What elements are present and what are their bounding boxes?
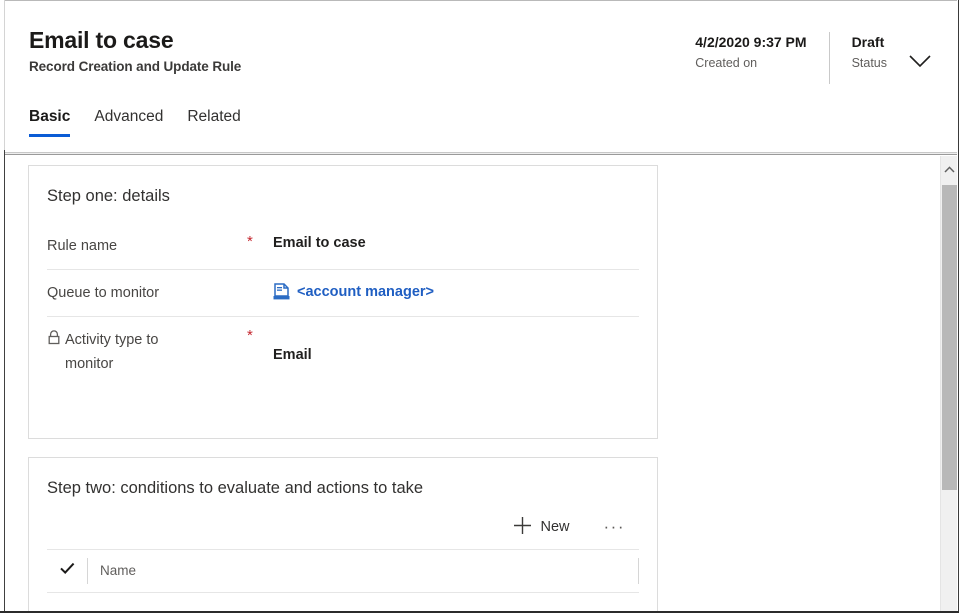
field-label-activity-type-to-monitor: Activity type to monitor xyxy=(65,332,159,372)
field-row-queue-to-monitor: Queue to monitor <account manager> xyxy=(47,270,639,317)
title-block: Email to case Record Creation and Update… xyxy=(29,26,241,76)
plus-icon xyxy=(513,516,532,539)
step-two-card: Step two: conditions to evaluate and act… xyxy=(28,457,658,611)
window-left-edge-lower xyxy=(0,150,5,613)
record-header: Email to case Record Creation and Update… xyxy=(5,4,959,153)
field-label-cell: Queue to monitor xyxy=(47,278,247,305)
required-indicator-activity-type: * xyxy=(247,327,253,344)
status-label: Status xyxy=(851,56,887,70)
grid-header-row: Name xyxy=(47,550,639,593)
page-title: Email to case xyxy=(29,27,174,53)
new-button[interactable]: New xyxy=(505,511,578,544)
tab-basic[interactable]: Basic xyxy=(29,107,71,137)
scroll-up-arrow-icon[interactable] xyxy=(941,156,957,183)
chevron-down-icon[interactable] xyxy=(903,44,937,78)
field-value-queue-to-monitor[interactable]: <account manager> xyxy=(297,281,434,303)
field-label-cell: Activity type to monitor xyxy=(47,325,247,376)
grid-command-bar: New ··· xyxy=(47,505,639,550)
new-button-label: New xyxy=(540,519,570,535)
scrollbar-thumb[interactable] xyxy=(942,185,958,490)
field-label-rule-name: Rule name xyxy=(47,238,118,254)
ellipsis-icon[interactable]: ··· xyxy=(594,517,635,537)
step-one-card: Step one: details Rule name * Email to c… xyxy=(28,165,658,439)
checkmark-icon xyxy=(59,562,75,580)
header-meta: 4/2/2020 9:37 PM Created on Draft Status xyxy=(695,32,937,88)
overflow-label: ··· xyxy=(603,517,625,536)
field-row-rule-name: Rule name * Email to case xyxy=(47,223,639,270)
select-all-checkbox[interactable] xyxy=(47,558,88,584)
tab-bar: Basic Advanced Related xyxy=(29,107,241,137)
vertical-scrollbar[interactable] xyxy=(940,156,958,611)
form-scroll-region: Step one: details Rule name * Email to c… xyxy=(6,156,941,611)
status-group: Draft Status xyxy=(830,32,897,72)
queue-record-icon xyxy=(273,283,290,301)
tab-related[interactable]: Related xyxy=(187,107,240,137)
app-window: Email to case Record Creation and Update… xyxy=(0,0,959,613)
created-on-group: 4/2/2020 9:37 PM Created on xyxy=(695,32,830,84)
tab-basic-label: Basic xyxy=(29,108,71,125)
step-one-title: Step one: details xyxy=(47,187,170,205)
lock-icon xyxy=(47,330,61,345)
created-on-value: 4/2/2020 9:37 PM xyxy=(695,34,807,50)
field-label-queue-to-monitor: Queue to monitor xyxy=(47,285,160,301)
grid-column-header-name[interactable]: Name xyxy=(88,561,638,581)
field-value-activity-type-to-monitor: Email xyxy=(273,347,312,363)
field-value-cell[interactable]: <account manager> xyxy=(273,278,639,303)
grid-column-divider xyxy=(638,558,639,584)
tab-related-label: Related xyxy=(187,108,241,125)
field-value-cell: Email xyxy=(273,325,639,366)
status-value: Draft xyxy=(851,34,885,50)
required-indicator-rule-name: * xyxy=(247,233,253,250)
field-label-cell: Rule name xyxy=(47,231,247,258)
tab-advanced[interactable]: Advanced xyxy=(94,107,163,137)
header-divider xyxy=(5,152,959,155)
step-two-title: Step two: conditions to evaluate and act… xyxy=(47,479,424,497)
page-subtitle: Record Creation and Update Rule xyxy=(29,59,242,74)
created-on-label: Created on xyxy=(695,56,758,70)
field-row-activity-type-to-monitor: Activity type to monitor * Email xyxy=(47,317,639,387)
field-value-cell[interactable]: Email to case xyxy=(273,231,639,254)
required-indicator-queue xyxy=(247,278,273,280)
step-one-fields: Rule name * Email to case Queue to monit… xyxy=(47,223,639,387)
tab-advanced-label: Advanced xyxy=(94,108,164,125)
field-value-rule-name: Email to case xyxy=(273,235,366,251)
